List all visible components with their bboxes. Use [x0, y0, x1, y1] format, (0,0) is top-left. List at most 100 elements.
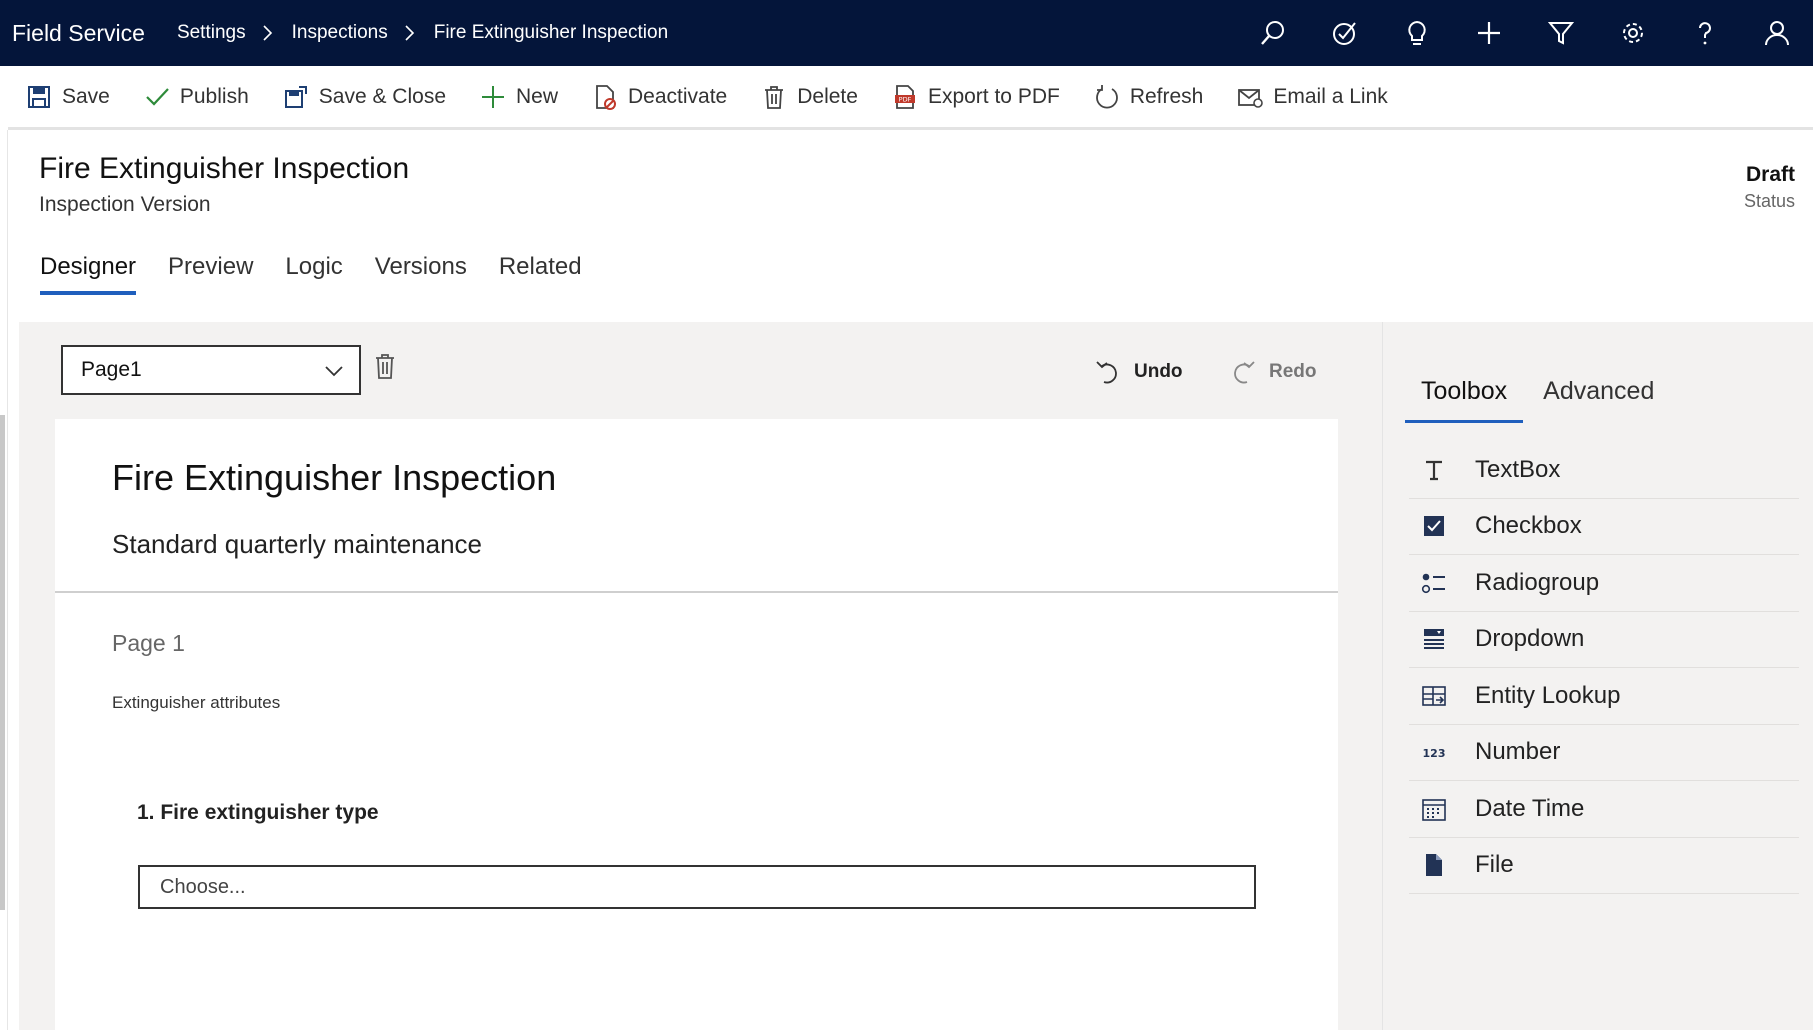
- publish-button[interactable]: Publish: [144, 84, 249, 110]
- delete-label: Delete: [797, 84, 858, 108]
- lightbulb-icon[interactable]: [1381, 0, 1453, 66]
- divider: [55, 591, 1338, 593]
- refresh-icon: [1095, 84, 1118, 109]
- toolbox-list: TextBox Checkbox Radiogroup Dropdown Ent…: [1409, 442, 1799, 894]
- tab-advanced[interactable]: Advanced: [1527, 377, 1670, 423]
- app-name[interactable]: Field Service: [12, 20, 145, 47]
- number-icon: 123: [1421, 739, 1447, 765]
- toolbox-panel: Toolbox Advanced TextBox Checkbox Radiog…: [1382, 322, 1813, 1030]
- question-dropdown[interactable]: Choose...: [138, 865, 1256, 909]
- toolbox-item-label: Radiogroup: [1475, 568, 1600, 596]
- panel-tabs: Toolbox Advanced: [1405, 377, 1674, 423]
- toolbox-item-label: Number: [1475, 738, 1561, 766]
- toolbox-item-textbox[interactable]: TextBox: [1409, 442, 1799, 499]
- undo-button[interactable]: Undo: [1094, 358, 1183, 386]
- page-heading[interactable]: Page 1: [112, 630, 185, 657]
- question-placeholder: Choose...: [160, 875, 246, 898]
- breadcrumb: Settings Inspections Fire Extinguisher I…: [177, 22, 668, 44]
- question-label[interactable]: 1. Fire extinguisher type: [137, 801, 379, 825]
- chevron-down-icon: [325, 366, 343, 377]
- pdf-icon: PDF: [894, 84, 915, 109]
- toolbox-item-file[interactable]: File: [1409, 838, 1799, 894]
- toolbox-item-label: Date Time: [1475, 794, 1585, 822]
- tab-logic[interactable]: Logic: [285, 253, 342, 295]
- command-bar: Save Publish Save & Close New Deactivate…: [8, 66, 1813, 130]
- save-close-label: Save & Close: [318, 84, 446, 108]
- toolbox-item-entity-lookup[interactable]: Entity Lookup: [1409, 668, 1799, 725]
- email-link-button[interactable]: Email a Link: [1237, 84, 1388, 110]
- trash-icon: [765, 85, 784, 109]
- toolbox-item-label: Entity Lookup: [1475, 681, 1621, 709]
- tab-related[interactable]: Related: [499, 253, 582, 295]
- person-icon[interactable]: [1741, 0, 1813, 66]
- page-dropdown[interactable]: Page1: [61, 345, 361, 395]
- search-icon[interactable]: [1237, 0, 1309, 66]
- toolbox-item-label: Checkbox: [1475, 512, 1582, 540]
- status-label: Status: [1743, 191, 1795, 211]
- file-icon: [1421, 852, 1447, 878]
- calendar-icon: [1421, 796, 1447, 822]
- export-pdf-button[interactable]: PDF Export to PDF: [892, 84, 1060, 110]
- page-subtitle: Inspection Version: [39, 193, 211, 216]
- record-tabs: Designer Preview Logic Versions Related: [40, 253, 614, 295]
- save-close-icon: [284, 85, 307, 108]
- refresh-button[interactable]: Refresh: [1094, 84, 1204, 110]
- redo-icon: [1234, 361, 1255, 384]
- toolbox-item-date-time[interactable]: Date Time: [1409, 781, 1799, 838]
- radiogroup-icon: [1421, 570, 1447, 596]
- toolbox-item-label: File: [1475, 851, 1514, 879]
- chevron-right-icon: [405, 25, 414, 41]
- svg-text:123: 123: [1423, 747, 1446, 760]
- gear-icon[interactable]: [1597, 0, 1669, 66]
- entity-lookup-icon: [1421, 683, 1447, 709]
- breadcrumb-inspections[interactable]: Inspections: [292, 22, 388, 44]
- checkmark-icon: [146, 87, 169, 106]
- form-description[interactable]: Standard quarterly maintenance: [112, 529, 482, 560]
- plus-icon[interactable]: [1453, 0, 1525, 66]
- task-icon[interactable]: [1309, 0, 1381, 66]
- page-dropdown-value: Page1: [81, 358, 142, 381]
- export-pdf-label: Export to PDF: [927, 84, 1060, 108]
- tab-preview[interactable]: Preview: [168, 253, 253, 295]
- toolbox-item-label: TextBox: [1475, 455, 1561, 483]
- scrollbar[interactable]: [0, 415, 5, 910]
- page-title: Fire Extinguisher Inspection: [39, 152, 410, 185]
- save-icon: [28, 85, 50, 108]
- save-button[interactable]: Save: [26, 84, 110, 110]
- toolbox-item-checkbox[interactable]: Checkbox: [1409, 499, 1799, 555]
- tab-designer[interactable]: Designer: [40, 253, 137, 295]
- designer-canvas: Page1 Undo Redo Fire Extinguisher Inspec…: [19, 322, 1382, 1030]
- checkbox-icon: [1421, 513, 1447, 539]
- delete-page-icon[interactable]: [372, 352, 398, 380]
- undo-icon: [1096, 361, 1117, 384]
- new-button[interactable]: New: [480, 84, 558, 110]
- email-link-label: Email a Link: [1273, 84, 1388, 108]
- toolbox-item-label: Dropdown: [1475, 625, 1585, 653]
- toolbox-item-dropdown[interactable]: Dropdown: [1409, 612, 1799, 668]
- nav-icon-group: [1237, 0, 1813, 66]
- redo-label: Redo: [1269, 361, 1317, 382]
- publish-label: Publish: [179, 84, 249, 108]
- toolbox-item-radiogroup[interactable]: Radiogroup: [1409, 555, 1799, 612]
- toolbox-item-number[interactable]: 123 Number: [1409, 725, 1799, 781]
- textbox-icon: [1421, 457, 1447, 483]
- delete-button[interactable]: Delete: [761, 84, 858, 110]
- tab-versions[interactable]: Versions: [375, 253, 467, 295]
- breadcrumb-settings[interactable]: Settings: [177, 22, 246, 44]
- form-title[interactable]: Fire Extinguisher Inspection: [112, 457, 556, 499]
- page-description[interactable]: Extinguisher attributes: [112, 693, 280, 713]
- filter-icon[interactable]: [1525, 0, 1597, 66]
- tab-toolbox[interactable]: Toolbox: [1405, 377, 1524, 423]
- save-close-button[interactable]: Save & Close: [283, 84, 446, 110]
- new-label: New: [516, 84, 559, 108]
- deactivate-icon: [596, 84, 617, 110]
- save-label: Save: [62, 84, 110, 108]
- help-icon[interactable]: [1669, 0, 1741, 66]
- refresh-label: Refresh: [1129, 84, 1204, 108]
- deactivate-button[interactable]: Deactivate: [592, 84, 727, 110]
- redo-button[interactable]: Redo: [1229, 358, 1317, 386]
- plus-icon: [482, 85, 504, 108]
- deactivate-label: Deactivate: [628, 84, 728, 108]
- chevron-right-icon: [263, 25, 272, 41]
- svg-text:PDF: PDF: [899, 95, 912, 103]
